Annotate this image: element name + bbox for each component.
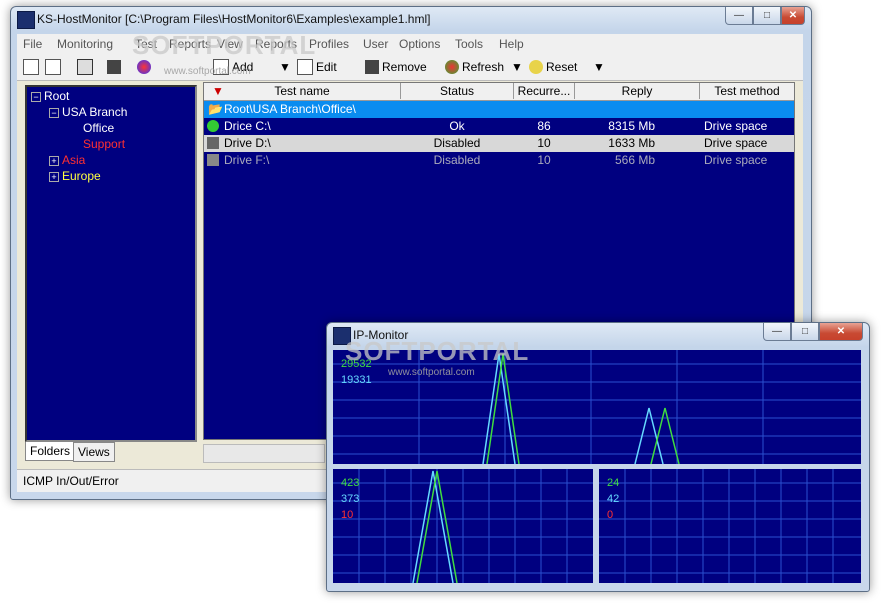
menu-help[interactable]: Help <box>499 37 524 51</box>
reset-icon <box>529 60 543 74</box>
collapse-icon[interactable]: − <box>31 92 41 102</box>
br-in-value: 24 <box>607 477 620 489</box>
reset-button[interactable]: Reset <box>529 58 577 76</box>
table-row[interactable]: Drive D:\ Disabled 10 1633 Mb Drive spac… <box>204 135 794 152</box>
menu-file[interactable]: File <box>23 37 42 51</box>
sort-arrow-icon: ▼ <box>212 84 224 98</box>
ip-bottom-right-graph: 24 42 0 <box>599 469 861 583</box>
tree-usa-branch[interactable]: − USA Branch <box>49 105 127 119</box>
menu-user[interactable]: User <box>363 37 388 51</box>
menu-options[interactable]: Options <box>399 37 440 51</box>
table-row[interactable]: Drive F:\ Disabled 10 566 Mb Drive space <box>204 152 794 169</box>
col-recurrence[interactable]: Recurre... <box>514 83 575 99</box>
edit-label: Edit <box>316 60 337 74</box>
expand-icon[interactable]: + <box>49 172 59 182</box>
minimize-button[interactable]: — <box>725 7 753 25</box>
open-file-icon[interactable] <box>45 58 64 76</box>
br-out-value: 42 <box>607 493 620 505</box>
col-reply[interactable]: Reply <box>575 83 700 99</box>
bl-error-value: 10 <box>341 509 354 521</box>
reset-dropdown-icon[interactable]: ▼ <box>593 58 605 76</box>
main-caption-buttons: — □ ✕ <box>725 7 805 25</box>
menu-monitoring[interactable]: Monitoring <box>57 37 113 51</box>
softportal-watermark-url: www.softportal.com <box>164 66 251 77</box>
maximize-button[interactable]: □ <box>753 7 781 25</box>
softportal-watermark: SOFTPORTAL <box>132 30 317 60</box>
test-list-header: ▼ Test name Status Recurre... Reply Test … <box>204 83 794 101</box>
folder-tree[interactable]: − Root − USA Branch Office Support + Asia +… <box>25 85 197 442</box>
ip-bottom-left-graph: 423 373 10 <box>333 469 593 583</box>
new-file-icon[interactable] <box>23 58 42 76</box>
top-graph-in-line <box>486 353 520 464</box>
table-row[interactable]: Drice C:\ Ok 86 8315 Mb Drive space <box>204 118 794 135</box>
tree-asia[interactable]: + Asia <box>49 153 85 167</box>
softportal-watermark-2: SOFTPORTAL <box>345 336 530 366</box>
top-graph-out-value: 19331 <box>341 374 372 386</box>
refresh-icon <box>445 60 459 74</box>
tree-europe[interactable]: + Europe <box>49 169 101 183</box>
tree-support[interactable]: Support <box>83 137 125 151</box>
ip-bottom-right-graph-svg <box>599 469 861 583</box>
trash-icon[interactable] <box>107 58 124 76</box>
close-button[interactable]: ✕ <box>781 7 805 25</box>
horizontal-scrollbar[interactable] <box>203 444 325 463</box>
edit-icon <box>297 59 313 75</box>
disabled-drive-icon <box>207 137 219 149</box>
softportal-watermark-url-2: www.softportal.com <box>388 367 475 378</box>
app-icon <box>17 11 35 29</box>
col-status[interactable]: Status <box>401 83 514 99</box>
top-graph-out-line <box>482 353 516 464</box>
remove-button[interactable]: Remove <box>365 58 427 76</box>
ok-status-icon <box>207 120 219 132</box>
remove-label: Remove <box>382 60 427 74</box>
main-window-title: KS-HostMonitor [C:\Program Files\HostMon… <box>37 12 431 26</box>
folder-icon: 📂 <box>208 102 223 116</box>
refresh-button[interactable]: Refresh <box>445 58 504 76</box>
refresh-dropdown-icon[interactable]: ▼ <box>511 58 523 76</box>
ip-bottom-left-graph-svg <box>333 469 593 583</box>
path-row[interactable]: 📂 Root\USA Branch\Office\ <box>204 101 794 118</box>
collapse-icon[interactable]: − <box>49 108 59 118</box>
ip-maximize-button[interactable]: □ <box>791 323 819 341</box>
bl-out-value: 373 <box>341 493 360 505</box>
bl-in-value: 423 <box>341 477 360 489</box>
expand-icon[interactable]: + <box>49 156 59 166</box>
menu-tools[interactable]: Tools <box>455 37 483 51</box>
tab-folders[interactable]: Folders <box>25 442 76 461</box>
tree-office[interactable]: Office <box>83 121 114 135</box>
col-test-method[interactable]: Test method <box>700 83 794 99</box>
disabled-drive-icon <box>207 154 219 166</box>
tree-root[interactable]: − Root <box>31 89 69 103</box>
path-label: Root\USA Branch\Office\ <box>224 102 356 116</box>
br-error-value: 0 <box>607 509 614 521</box>
reset-label: Reset <box>546 60 578 74</box>
remove-icon <box>365 60 379 74</box>
refresh-label: Refresh <box>462 60 505 74</box>
ip-minimize-button[interactable]: — <box>763 323 791 341</box>
tab-views[interactable]: Views <box>73 442 115 462</box>
properties-icon[interactable] <box>77 58 96 76</box>
main-titlebar[interactable]: KS-HostMonitor [C:\Program Files\HostMon… <box>11 7 811 33</box>
ip-caption-buttons: — □ ✕ <box>763 323 863 341</box>
col-test-name[interactable]: ▼ Test name <box>204 83 401 99</box>
ip-close-button[interactable]: ✕ <box>819 323 863 341</box>
